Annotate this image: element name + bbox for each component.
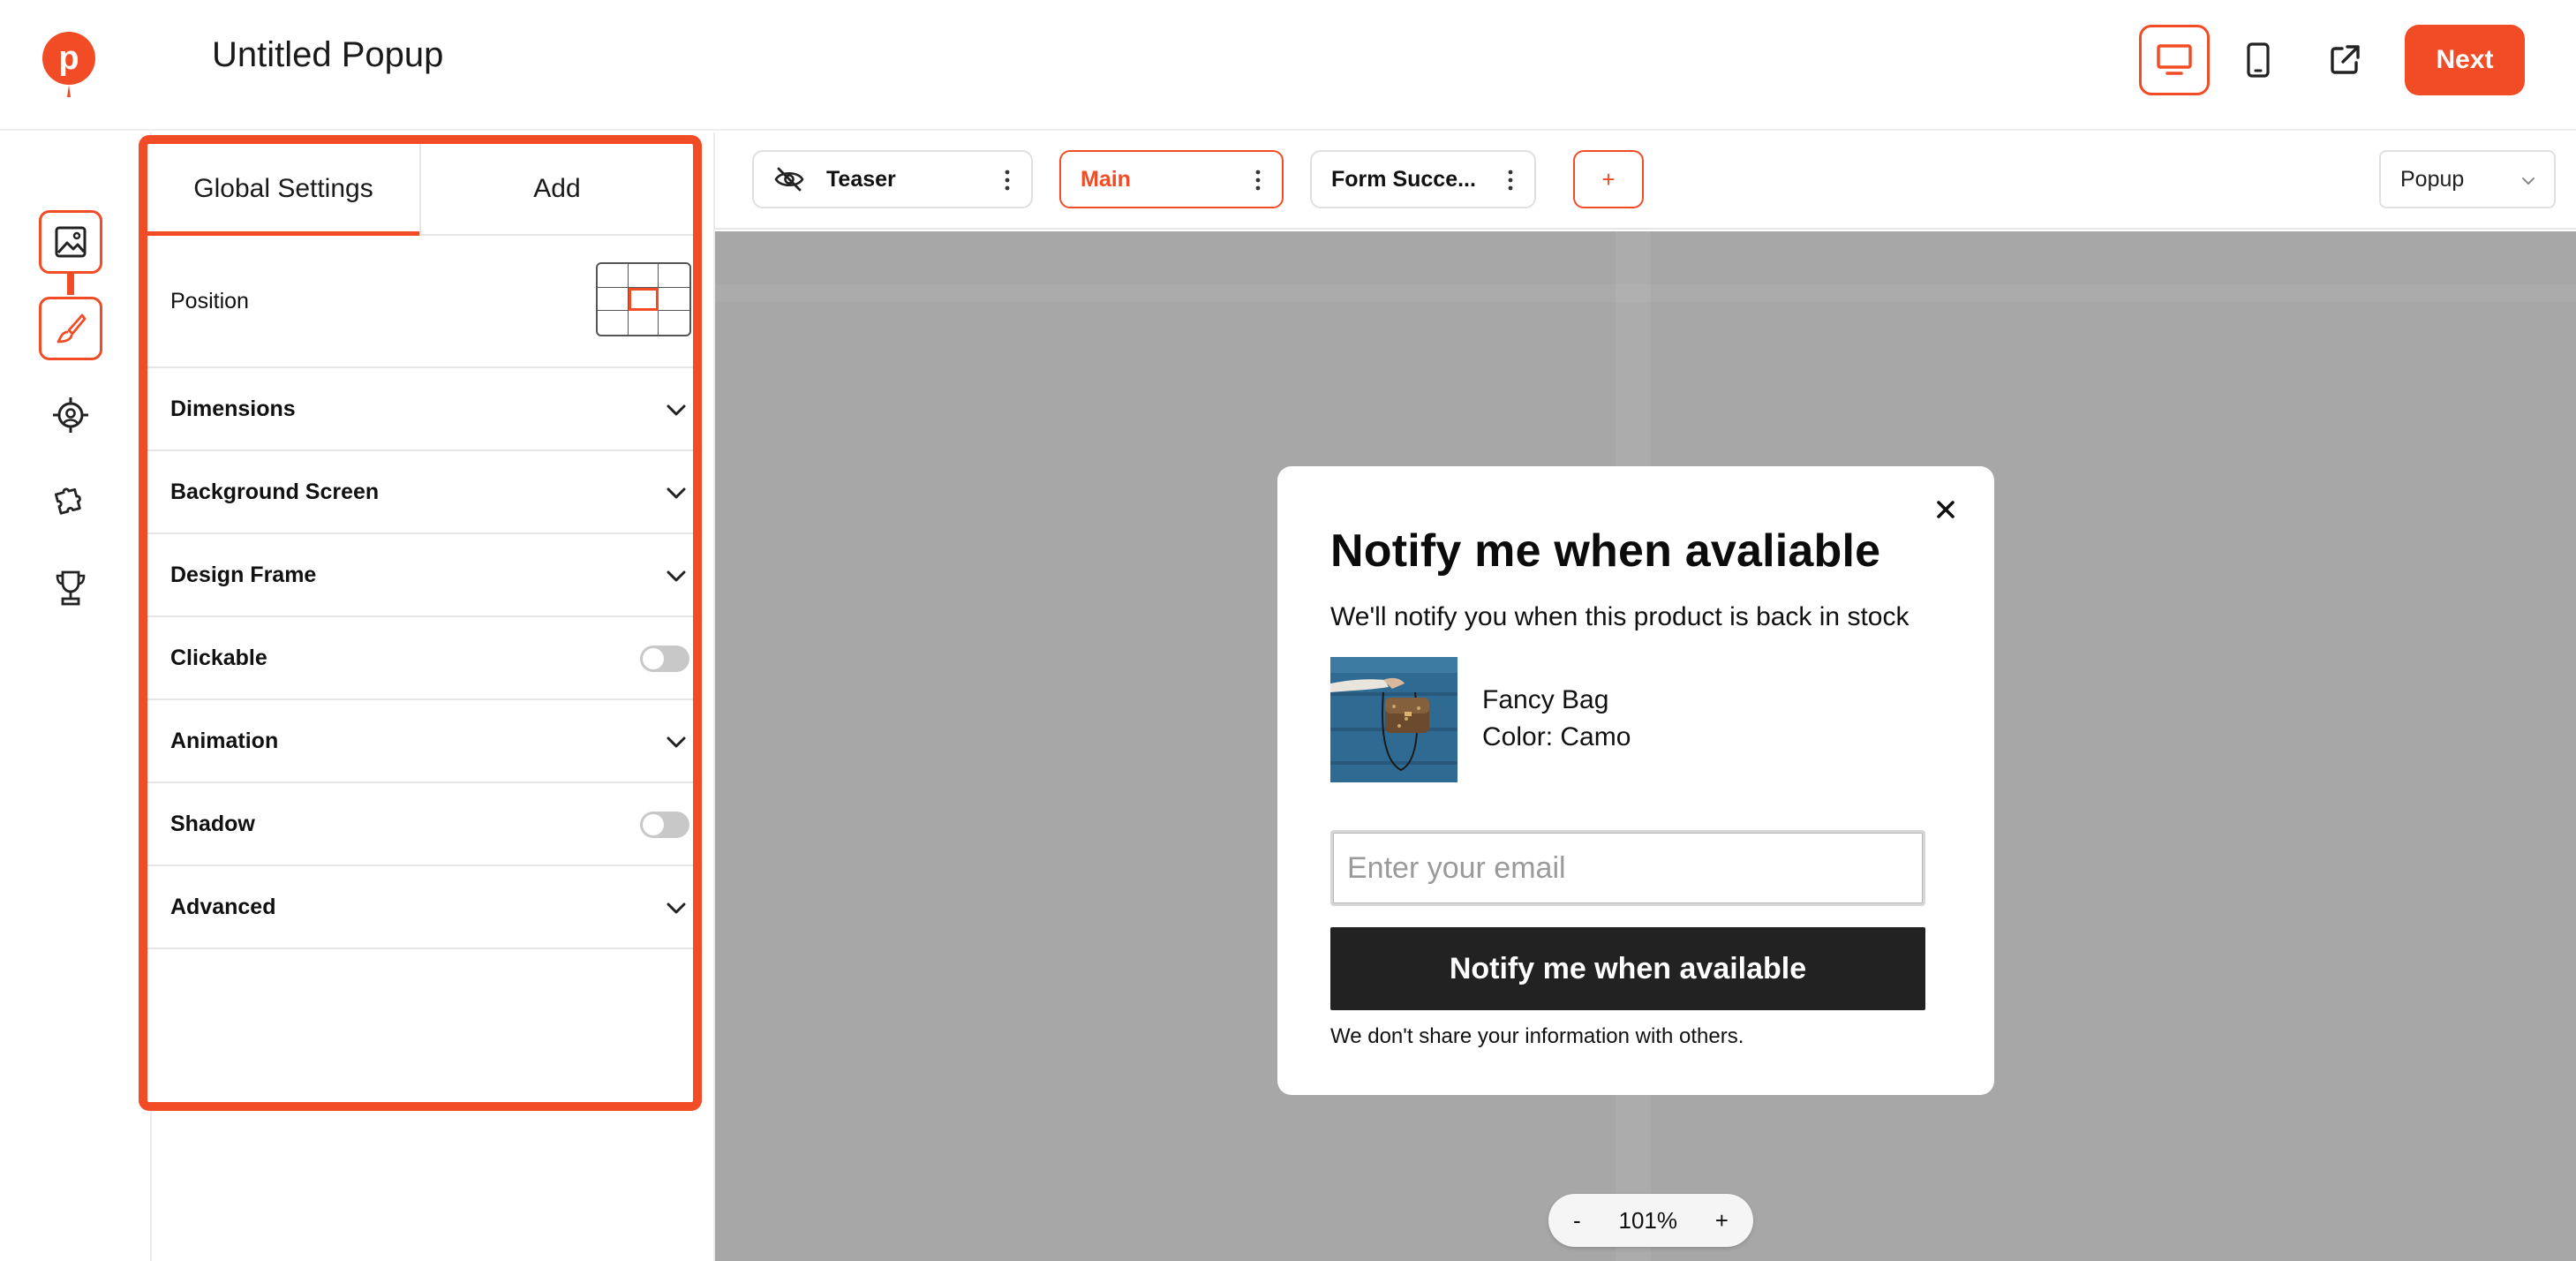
mobile-view-button[interactable] xyxy=(2223,25,2294,95)
preview-external-button[interactable] xyxy=(2309,25,2380,95)
mobile-icon xyxy=(2247,42,2270,78)
svg-text:p: p xyxy=(58,40,79,77)
zoom-out-button[interactable]: - xyxy=(1573,1207,1581,1235)
position-cell-middle-left[interactable] xyxy=(598,287,629,312)
zoom-level: 101% xyxy=(1618,1206,1677,1234)
chevron-down-icon xyxy=(667,487,686,499)
image-icon xyxy=(55,226,87,258)
design-frame-label: Design Frame xyxy=(170,562,317,587)
step-tab-label: Teaser xyxy=(826,166,896,192)
brush-icon xyxy=(56,313,87,344)
eye-off-icon xyxy=(774,167,804,192)
panel-tabs: Global Settings Add xyxy=(147,144,693,236)
shadow-label: Shadow xyxy=(170,811,255,836)
dimensions-label: Dimensions xyxy=(170,396,296,421)
popup-title[interactable]: Notify me when avaliable xyxy=(1330,525,1880,578)
advanced-label: Advanced xyxy=(170,894,276,919)
desktop-icon xyxy=(2157,44,2192,75)
chevron-down-icon xyxy=(667,736,686,748)
close-icon[interactable] xyxy=(1932,496,1959,523)
puzzle-icon xyxy=(54,487,81,515)
editor-canvas[interactable]: Notify me when avaliable We'll notify yo… xyxy=(715,231,2576,1261)
shadow-toggle[interactable] xyxy=(640,812,689,838)
clickable-label: Clickable xyxy=(170,645,267,670)
step-tab-label: Main xyxy=(1081,166,1131,192)
product-image[interactable] xyxy=(1330,657,1457,782)
position-cell-top-right[interactable] xyxy=(659,264,689,288)
position-label: Position xyxy=(170,288,249,313)
chevron-down-icon xyxy=(2522,177,2535,185)
tab-add[interactable]: Add xyxy=(419,144,693,234)
chevron-down-icon xyxy=(667,404,686,416)
position-cell-top-center[interactable] xyxy=(628,264,659,288)
design-frame-row[interactable]: Design Frame xyxy=(147,534,693,617)
popup-preview[interactable]: Notify me when avaliable We'll notify yo… xyxy=(1277,466,1994,1095)
product-color[interactable]: Color: Camo xyxy=(1482,722,1631,752)
dimensions-row[interactable]: Dimensions xyxy=(147,368,693,451)
top-header: p Untitled Popup Next xyxy=(0,0,2576,131)
canvas-shading xyxy=(715,284,2576,302)
product-name[interactable]: Fancy Bag xyxy=(1482,685,1608,715)
steps-toolbar: Teaser Main Form Succe... + Popup xyxy=(715,132,2576,230)
popup-type-value: Popup xyxy=(2400,166,2465,192)
background-screen-label: Background Screen xyxy=(170,479,380,504)
position-cell-bottom-left[interactable] xyxy=(598,311,629,335)
popup-type-select[interactable]: Popup xyxy=(2379,150,2556,208)
position-grid[interactable] xyxy=(596,262,691,336)
email-input[interactable] xyxy=(1330,830,1925,906)
page-title[interactable]: Untitled Popup xyxy=(212,35,443,75)
step-tab-label: Form Succe... xyxy=(1331,166,1476,192)
popup-subtitle[interactable]: We'll notify you when this product is ba… xyxy=(1330,602,1909,632)
global-settings-panel: Global Settings Add Position Dimensions … xyxy=(139,135,702,1111)
rail-design-button[interactable] xyxy=(39,297,102,360)
zoom-in-button[interactable]: + xyxy=(1715,1207,1729,1235)
position-cell-center[interactable] xyxy=(628,287,659,312)
position-row: Position xyxy=(147,236,693,368)
shadow-row: Shadow xyxy=(147,783,693,866)
next-button[interactable]: Next xyxy=(2405,25,2525,95)
trophy-icon xyxy=(56,570,86,606)
advanced-row[interactable]: Advanced xyxy=(147,866,693,949)
step-tab-teaser[interactable]: Teaser xyxy=(752,150,1033,208)
clickable-row: Clickable xyxy=(147,617,693,700)
tab-global-settings[interactable]: Global Settings xyxy=(147,144,419,236)
position-cell-middle-right[interactable] xyxy=(659,288,689,312)
desktop-view-button[interactable] xyxy=(2139,25,2210,95)
more-vertical-icon[interactable] xyxy=(1005,170,1010,191)
rail-goals-button[interactable] xyxy=(39,556,102,620)
app-logo[interactable]: p xyxy=(41,30,97,101)
background-screen-row[interactable]: Background Screen xyxy=(147,451,693,534)
animation-row[interactable]: Animation xyxy=(147,700,693,783)
chevron-down-icon xyxy=(667,570,686,582)
chevron-down-icon xyxy=(667,902,686,914)
position-cell-bottom-center[interactable] xyxy=(629,311,659,335)
animation-label: Animation xyxy=(170,728,279,753)
left-rail xyxy=(0,132,150,1261)
position-cell-bottom-right[interactable] xyxy=(659,311,689,335)
notify-button[interactable]: Notify me when available xyxy=(1330,927,1925,1010)
add-step-button[interactable]: + xyxy=(1573,150,1644,208)
rail-integrations-button[interactable] xyxy=(39,470,102,533)
rail-content-button[interactable] xyxy=(39,210,102,274)
rail-connector xyxy=(67,272,74,295)
position-cell-top-left[interactable] xyxy=(598,264,629,288)
clickable-toggle[interactable] xyxy=(640,646,689,672)
step-tab-main[interactable]: Main xyxy=(1059,150,1284,208)
more-vertical-icon[interactable] xyxy=(1508,170,1513,191)
app-root: p Untitled Popup Next Global Settings Ad… xyxy=(0,0,2576,1261)
step-tab-form-success[interactable]: Form Succe... xyxy=(1310,150,1536,208)
privacy-disclaimer[interactable]: We don't share your information with oth… xyxy=(1330,1024,1744,1049)
rail-targeting-button[interactable] xyxy=(39,383,102,447)
more-vertical-icon[interactable] xyxy=(1255,170,1261,191)
external-link-icon xyxy=(2331,45,2360,74)
target-icon xyxy=(53,397,88,433)
zoom-control: - 101% + xyxy=(1548,1194,1753,1247)
